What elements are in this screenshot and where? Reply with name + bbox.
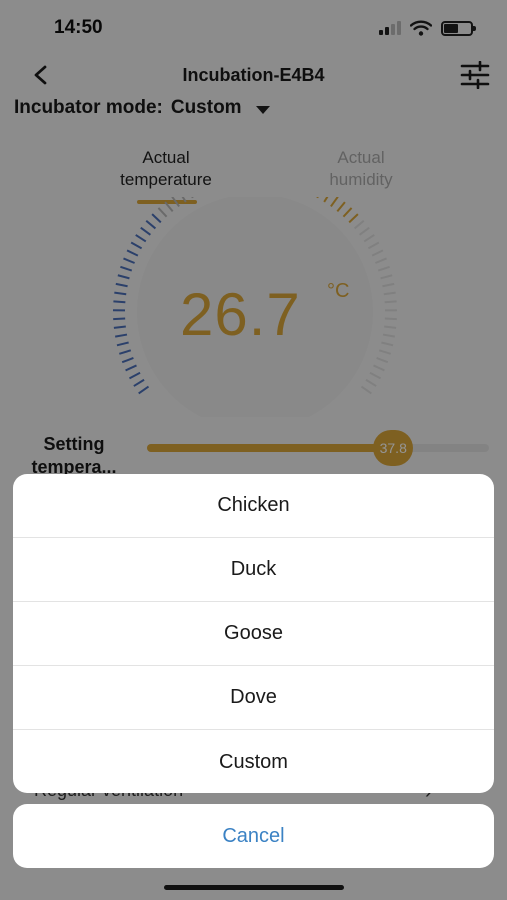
option-goose[interactable]: Goose <box>13 602 494 666</box>
option-custom[interactable]: Custom <box>13 730 494 793</box>
option-chicken[interactable]: Chicken <box>13 474 494 538</box>
option-dove[interactable]: Dove <box>13 666 494 730</box>
home-indicator <box>164 885 344 890</box>
cancel-button[interactable]: Cancel <box>13 804 494 868</box>
option-duck[interactable]: Duck <box>13 538 494 602</box>
incubator-mode-action-sheet: Chicken Duck Goose Dove Custom <box>13 474 494 793</box>
